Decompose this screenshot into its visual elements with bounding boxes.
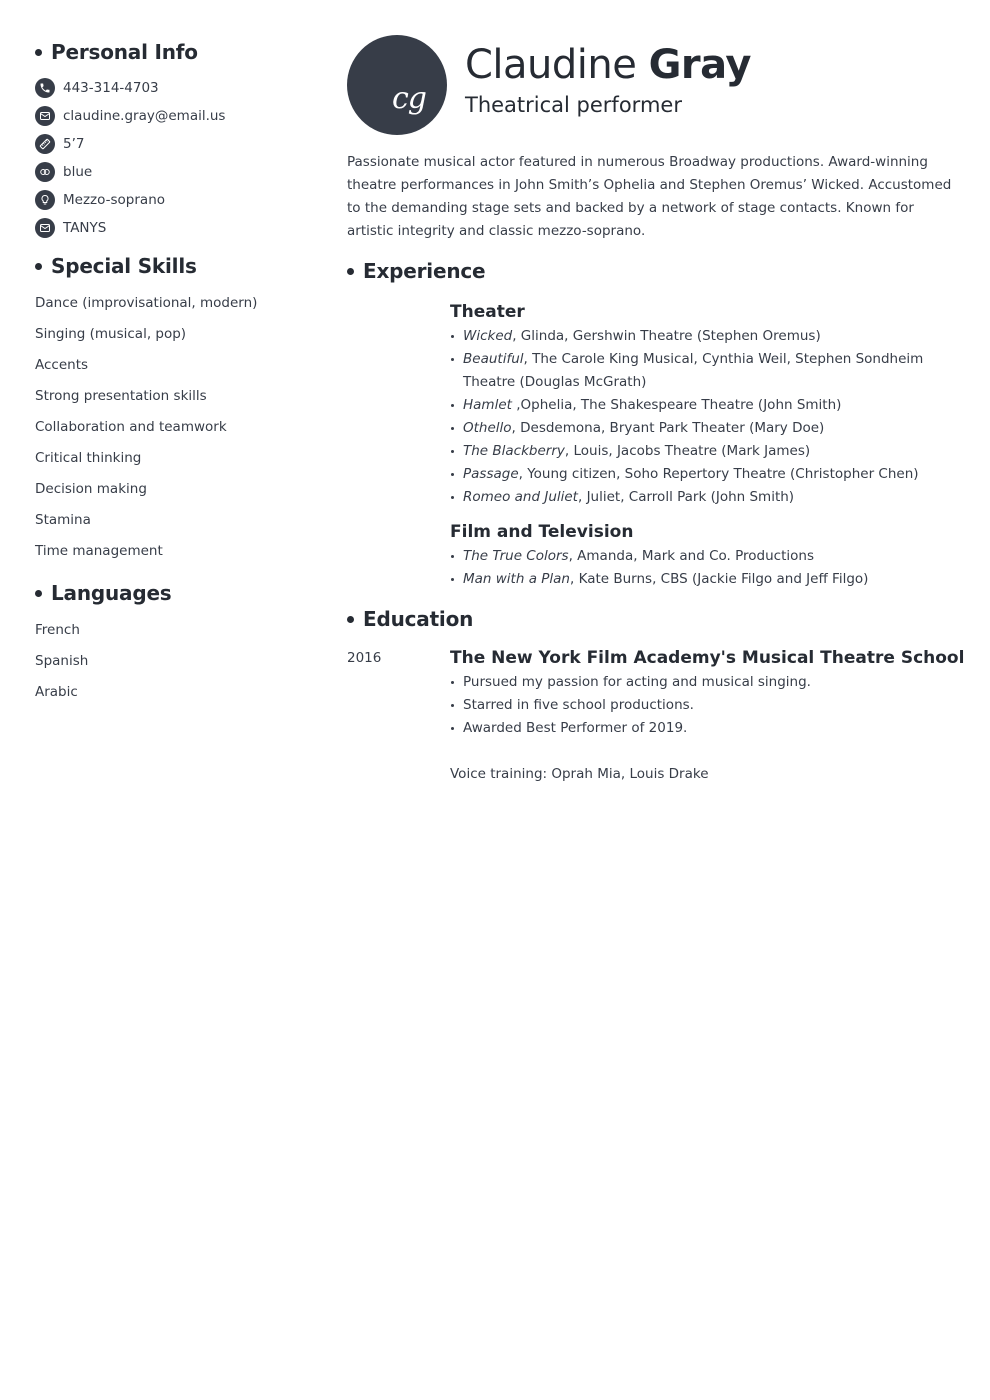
list-item: Wicked, Glinda, Gershwin Theatre (Stephe… xyxy=(450,325,957,348)
skill-item: Time management xyxy=(35,543,163,559)
list-item: Romeo and Juliet, Juliet, Carroll Park (… xyxy=(450,486,957,509)
languages-list: French Spanish Arabic xyxy=(35,615,315,708)
languages-heading: Languages xyxy=(35,577,315,609)
education-list: Pursued my passion for acting and musica… xyxy=(450,671,964,740)
email-value[interactable]: claudine.gray@email.us xyxy=(63,108,225,124)
ruler-icon xyxy=(35,134,55,154)
skill-item: Singing (musical, pop) xyxy=(35,326,187,342)
film-heading: Film and Television xyxy=(450,522,634,542)
theater-block: Theater Wicked, Glinda, Gershwin Theatre… xyxy=(450,299,957,509)
language-item: Spanish xyxy=(35,653,89,669)
personal-info-list: 443-314-4703 claudine.gray@email.us 5’7 … xyxy=(35,74,315,242)
list-item: Man with a Plan, Kate Burns, CBS (Jackie… xyxy=(450,568,957,591)
theater-heading: Theater xyxy=(450,302,525,322)
height-value: 5’7 xyxy=(63,136,85,152)
skills-list: Dance (improvisational, modern) Singing … xyxy=(35,288,315,567)
eye-color-value: blue xyxy=(63,164,93,180)
bullet-dot-icon xyxy=(347,615,354,623)
list-item: Pursued my passion for acting and musica… xyxy=(450,671,964,694)
film-block: Film and Television The True Colors, Ama… xyxy=(450,519,957,591)
info-email: claudine.gray@email.us xyxy=(35,102,315,130)
envelope-icon xyxy=(35,218,55,238)
skill-item: Collaboration and teamwork xyxy=(35,419,227,435)
bullet-dot-icon xyxy=(35,262,42,270)
skill-item: Decision making xyxy=(35,481,147,497)
info-voice: Mezzo-soprano xyxy=(35,186,315,214)
union-value: TANYS xyxy=(63,220,107,236)
education-heading: Education xyxy=(347,603,957,635)
last-name: Gray xyxy=(648,42,752,88)
skill-item: Critical thinking xyxy=(35,450,142,466)
special-skills-heading: Special Skills xyxy=(35,250,315,282)
skill-item: Accents xyxy=(35,357,89,373)
voice-training-note: Voice training: Oprah Mia, Louis Drake xyxy=(450,766,709,782)
full-name: Claudine Gray xyxy=(465,41,752,89)
skill-item: Dance (improvisational, modern) xyxy=(35,295,258,311)
info-phone: 443-314-4703 xyxy=(35,74,315,102)
list-item: Othello, Desdemona, Bryant Park Theater … xyxy=(450,417,957,440)
list-item: The Blackberry, Louis, Jacobs Theatre (M… xyxy=(450,440,957,463)
first-name: Claudine xyxy=(465,42,637,88)
list-item: Hamlet ,Ophelia, The Shakespeare Theatre… xyxy=(450,394,957,417)
info-eyes: blue xyxy=(35,158,315,186)
lightbulb-icon xyxy=(35,190,55,210)
sidebar: Personal Info 443-314-4703 claudine.gray… xyxy=(35,36,315,718)
resume-header: cg Claudine Gray Theatrical performer xyxy=(347,35,957,145)
list-item: Beautiful, The Carole King Musical, Cynt… xyxy=(450,348,957,394)
bullet-dot-icon xyxy=(35,48,42,56)
phone-icon xyxy=(35,78,55,98)
avatar-initials: cg xyxy=(392,81,427,116)
info-height: 5’7 xyxy=(35,130,315,158)
experience-heading: Experience xyxy=(347,255,957,287)
phone-value[interactable]: 443-314-4703 xyxy=(63,80,159,96)
avatar: cg xyxy=(347,35,447,135)
job-title: Theatrical performer xyxy=(465,93,682,117)
bullet-dot-icon xyxy=(347,267,354,275)
info-union: TANYS xyxy=(35,214,315,242)
skill-item: Strong presentation skills xyxy=(35,388,207,404)
personal-info-heading: Personal Info xyxy=(35,36,315,68)
main-content: cg Claudine Gray Theatrical performer Pa… xyxy=(347,35,964,786)
eyes-icon xyxy=(35,162,55,182)
theater-list: Wicked, Glinda, Gershwin Theatre (Stephe… xyxy=(450,325,957,509)
list-item: Starred in five school productions. xyxy=(450,694,964,717)
list-item: The True Colors, Amanda, Mark and Co. Pr… xyxy=(450,545,957,568)
bullet-dot-icon xyxy=(35,589,42,597)
education-year: 2016 xyxy=(347,650,382,666)
list-item: Awarded Best Performer of 2019. xyxy=(450,717,964,740)
school-name: The New York Film Academy's Musical Thea… xyxy=(450,648,965,668)
voice-type-value: Mezzo-soprano xyxy=(63,192,166,208)
education-entry: 2016 The New York Film Academy's Musical… xyxy=(347,645,964,786)
email-icon xyxy=(35,106,55,126)
list-item: Passage, Young citizen, Soho Repertory T… xyxy=(450,463,957,486)
language-item: French xyxy=(35,622,80,638)
film-list: The True Colors, Amanda, Mark and Co. Pr… xyxy=(450,545,957,591)
skill-item: Stamina xyxy=(35,512,91,528)
summary: Passionate musical actor featured in num… xyxy=(347,154,952,239)
language-item: Arabic xyxy=(35,684,78,700)
